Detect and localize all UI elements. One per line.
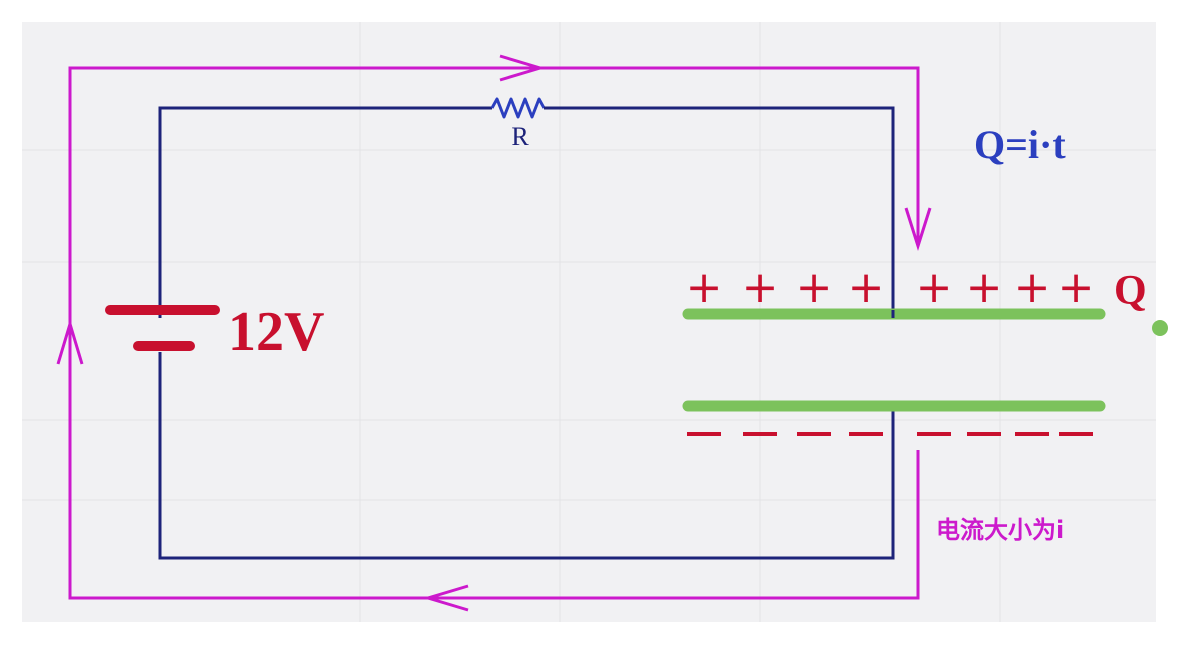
negative-charge-sign — [1015, 432, 1049, 436]
positive-charge-sign: + — [742, 262, 779, 313]
positive-charge-sign: + — [796, 262, 833, 313]
negative-charges — [687, 432, 1093, 436]
negative-charge-sign — [687, 432, 721, 436]
charge-label: Q — [1114, 268, 1147, 314]
formula-label: Q=i·t — [974, 122, 1066, 167]
negative-charge-sign — [797, 432, 831, 436]
positive-charge-sign: + — [848, 262, 885, 313]
negative-charge-sign — [849, 432, 883, 436]
positive-charge-sign: + — [966, 262, 1003, 313]
positive-charge-sign: + — [1014, 262, 1051, 313]
positive-charge-sign: + — [1058, 262, 1095, 313]
negative-charge-sign — [967, 432, 1001, 436]
negative-charge-sign — [743, 432, 777, 436]
negative-charge-sign — [917, 432, 951, 436]
resistor-label: R — [511, 122, 529, 151]
battery-symbol — [105, 305, 220, 351]
negative-charge-sign — [1059, 432, 1093, 436]
charge-dot — [1152, 320, 1168, 336]
circuit-diagram: R 12V + + + + + + + + Q Q=i·t 电流大小为i — [22, 22, 1168, 622]
capacitor — [682, 308, 1106, 412]
positive-charge-sign: + — [686, 262, 723, 313]
voltage-label: 12V — [228, 301, 324, 363]
positive-charges: + + + + + + + + — [686, 262, 1095, 313]
positive-charge-sign: + — [916, 262, 953, 313]
current-loop — [68, 66, 920, 600]
current-caption: 电流大小为i — [936, 516, 1064, 544]
